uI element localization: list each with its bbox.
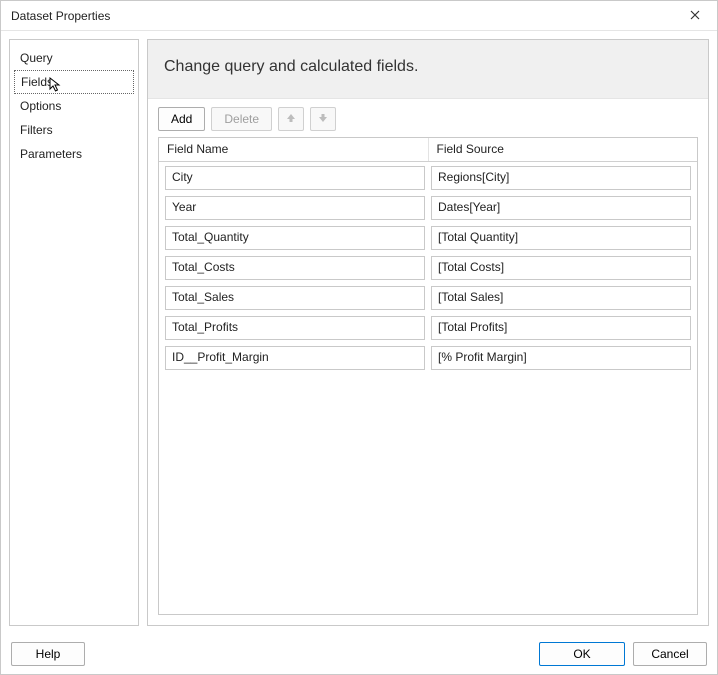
titlebar: Dataset Properties <box>1 1 717 31</box>
field-source-cell[interactable]: [Total Sales] <box>431 286 691 310</box>
ok-button[interactable]: OK <box>539 642 625 666</box>
close-button[interactable] <box>681 5 709 27</box>
sidebar-item-parameters[interactable]: Parameters <box>10 142 138 166</box>
window-title: Dataset Properties <box>11 9 110 23</box>
field-source-cell[interactable]: Regions[City] <box>431 166 691 190</box>
table-row[interactable]: CityRegions[City] <box>165 166 691 190</box>
field-source-cell[interactable]: Dates[Year] <box>431 196 691 220</box>
cancel-button[interactable]: Cancel <box>633 642 707 666</box>
panel-heading: Change query and calculated fields. <box>148 40 708 99</box>
fields-grid: Field Name Field Source CityRegions[City… <box>158 137 698 615</box>
grid-header: Field Name Field Source <box>159 138 697 162</box>
sidebar-item-label: Parameters <box>20 147 82 161</box>
close-icon <box>690 9 700 23</box>
arrow-up-icon <box>286 112 296 126</box>
sidebar-item-label: Filters <box>20 123 53 137</box>
field-source-cell[interactable]: [Total Profits] <box>431 316 691 340</box>
dialog-footer: Help OK Cancel <box>1 634 717 674</box>
field-name-cell[interactable]: Year <box>165 196 425 220</box>
move-up-button[interactable] <box>278 107 304 131</box>
col-field-name[interactable]: Field Name <box>159 138 429 161</box>
sidebar-item-label: Fields <box>21 75 53 89</box>
toolbar: Add Delete <box>148 99 708 137</box>
add-button[interactable]: Add <box>158 107 205 131</box>
field-name-cell[interactable]: City <box>165 166 425 190</box>
help-button[interactable]: Help <box>11 642 85 666</box>
dialog-body: Query Fields Options Filters Parameters … <box>1 31 717 634</box>
sidebar-item-options[interactable]: Options <box>10 94 138 118</box>
arrow-down-icon <box>318 112 328 126</box>
sidebar-item-query[interactable]: Query <box>10 46 138 70</box>
field-name-cell[interactable]: Total_Costs <box>165 256 425 280</box>
field-source-cell[interactable]: [Total Costs] <box>431 256 691 280</box>
col-field-source[interactable]: Field Source <box>429 138 698 161</box>
sidebar-item-label: Query <box>20 51 53 65</box>
sidebar-item-fields[interactable]: Fields <box>14 70 134 94</box>
table-row[interactable]: Total_Profits[Total Profits] <box>165 316 691 340</box>
dialog-window: Dataset Properties Query Fields Options … <box>0 0 718 675</box>
footer-right: OK Cancel <box>539 642 707 666</box>
table-row[interactable]: Total_Sales[Total Sales] <box>165 286 691 310</box>
table-row[interactable]: ID__Profit_Margin[% Profit Margin] <box>165 346 691 370</box>
table-row[interactable]: Total_Costs[Total Costs] <box>165 256 691 280</box>
field-name-cell[interactable]: Total_Quantity <box>165 226 425 250</box>
table-row[interactable]: YearDates[Year] <box>165 196 691 220</box>
sidebar-item-label: Options <box>20 99 61 113</box>
field-source-cell[interactable]: [Total Quantity] <box>431 226 691 250</box>
field-name-cell[interactable]: Total_Profits <box>165 316 425 340</box>
sidebar: Query Fields Options Filters Parameters <box>9 39 139 626</box>
sidebar-item-filters[interactable]: Filters <box>10 118 138 142</box>
field-source-cell[interactable]: [% Profit Margin] <box>431 346 691 370</box>
grid-body: CityRegions[City]YearDates[Year]Total_Qu… <box>159 162 697 614</box>
table-row[interactable]: Total_Quantity[Total Quantity] <box>165 226 691 250</box>
field-name-cell[interactable]: Total_Sales <box>165 286 425 310</box>
delete-button[interactable]: Delete <box>211 107 272 131</box>
main-panel: Change query and calculated fields. Add … <box>147 39 709 626</box>
move-down-button[interactable] <box>310 107 336 131</box>
field-name-cell[interactable]: ID__Profit_Margin <box>165 346 425 370</box>
